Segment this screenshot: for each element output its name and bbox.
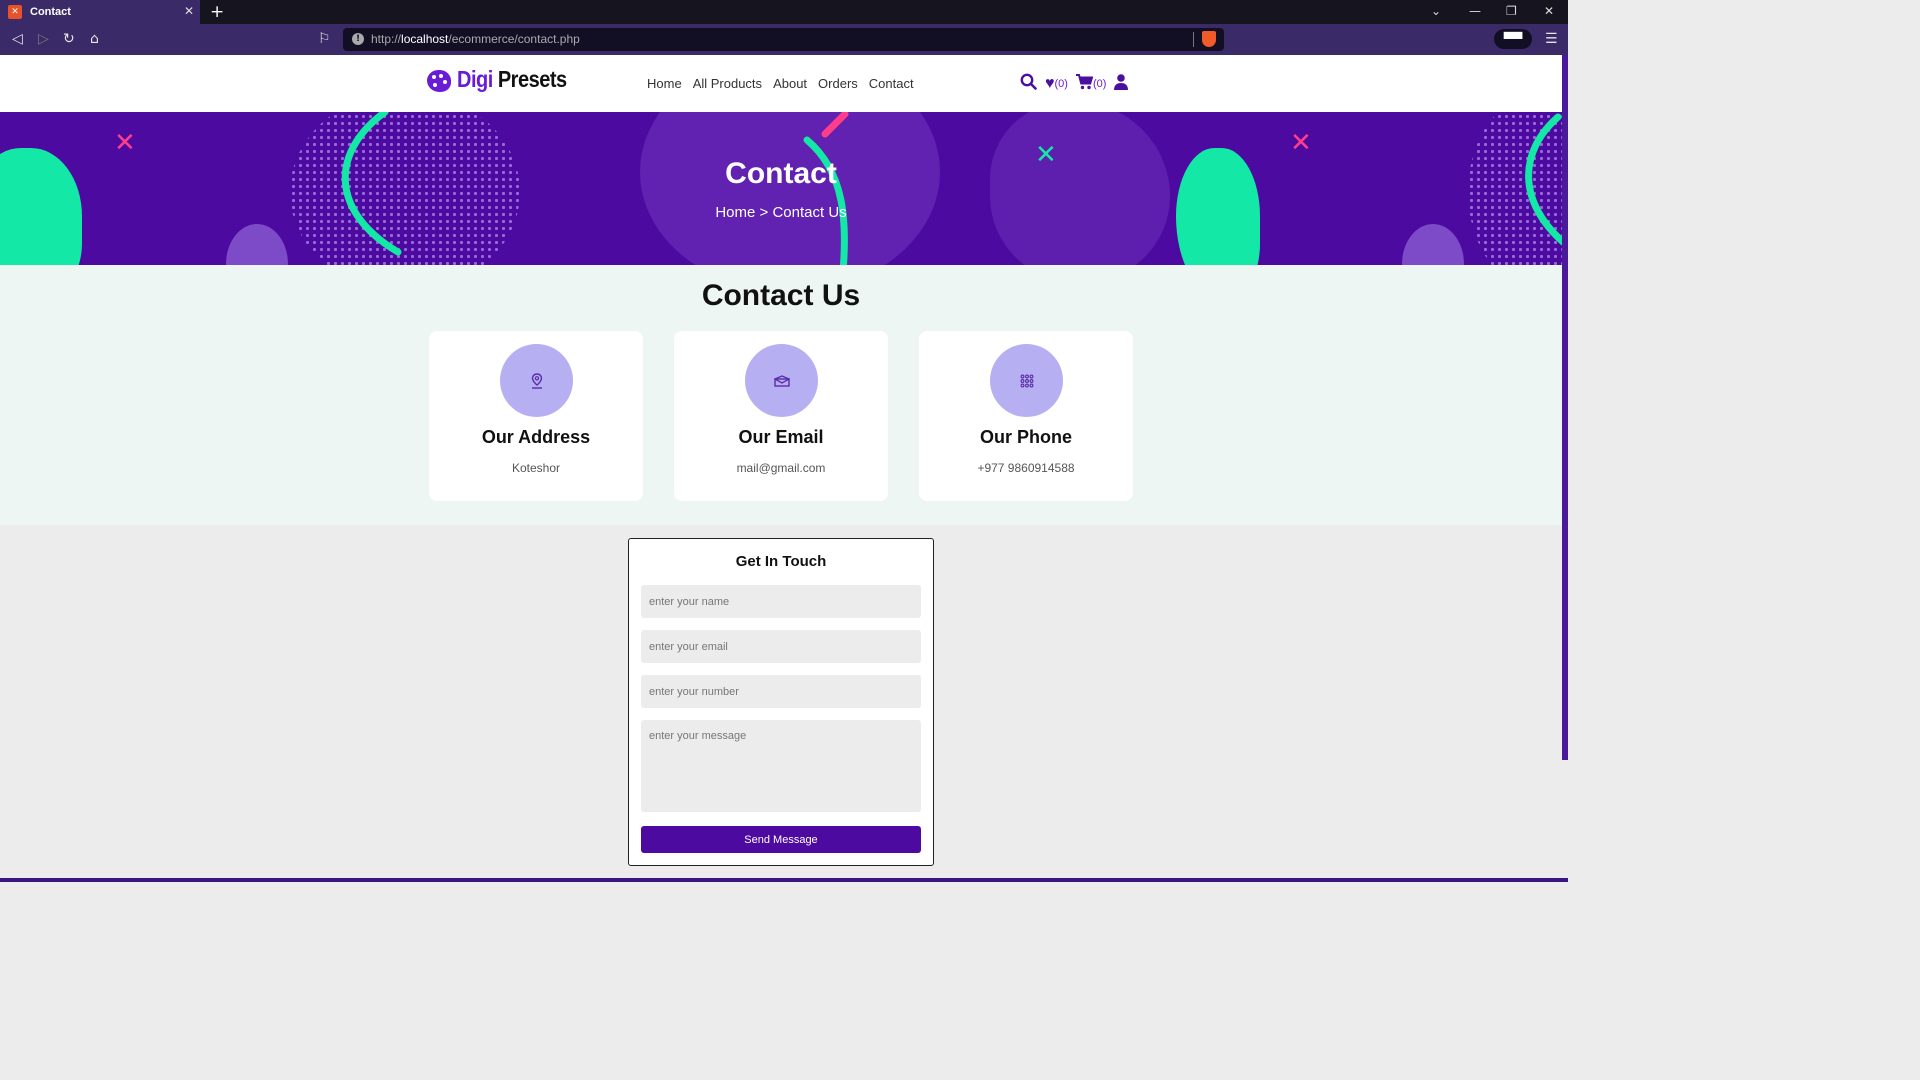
browser-toolbar: ◁ ▷ ↻ ⌂ ⚐ ! http://localhost/ecommerce/c… — [0, 24, 1568, 55]
contact-info-section: Contact Us Our Address Koteshor Our Emai… — [0, 265, 1562, 525]
email-input[interactable] — [641, 630, 921, 663]
url-text: http://localhost/ecommerce/contact.php — [371, 32, 580, 46]
breadcrumb: Home > Contact Us — [715, 204, 847, 221]
banner-x-decoration: ✕ — [114, 128, 136, 158]
nav-all-products[interactable]: All Products — [693, 76, 762, 91]
banner-title: Contact — [725, 157, 837, 190]
section-title: Contact Us — [701, 279, 861, 312]
url-separator — [1193, 32, 1194, 47]
card-value: +977 9860914588 — [977, 461, 1075, 475]
search-icon[interactable] — [1020, 73, 1037, 95]
nav-orders[interactable]: Orders — [818, 76, 858, 91]
wishlist-link[interactable]: ♥ (0) — [1045, 75, 1068, 93]
nav-about[interactable]: About — [773, 76, 807, 91]
card-value: Koteshor — [511, 461, 561, 475]
menu-icon[interactable]: ☰ — [1545, 31, 1558, 47]
tab-title: Contact — [30, 6, 71, 18]
user-icon[interactable] — [1114, 73, 1129, 95]
card-title: Our Phone — [979, 427, 1072, 447]
reload-icon[interactable]: ↻ — [63, 31, 75, 47]
card-title: Our Email — [738, 427, 824, 447]
restore-icon[interactable]: ❐ — [1506, 4, 1517, 18]
xampp-icon: ✕ — [8, 5, 22, 19]
header-icons: ♥ (0) (0) — [1020, 73, 1129, 95]
phone-card: Our Phone +977 9860914588 — [919, 331, 1133, 501]
map-pin-icon — [500, 344, 573, 417]
heart-icon: ♥ — [1045, 75, 1055, 92]
extension-glasses-icon[interactable]: ▀▀ — [1494, 29, 1532, 49]
name-input[interactable] — [641, 585, 921, 618]
number-input[interactable] — [641, 675, 921, 708]
card-value: mail@gmail.com — [736, 461, 826, 475]
brave-shield-icon[interactable] — [1202, 31, 1216, 47]
nav-contact[interactable]: Contact — [869, 76, 914, 91]
site-info-icon[interactable]: ! — [352, 33, 364, 45]
page-viewport: Digi Presets Home All Products About Ord… — [0, 55, 1568, 882]
email-card: Our Email mail@gmail.com — [674, 331, 888, 501]
palette-icon — [427, 69, 451, 92]
window-close-icon[interactable]: ✕ — [1544, 4, 1554, 18]
banner-purple-shape — [226, 224, 288, 265]
tab-close-icon[interactable]: ✕ — [184, 4, 194, 18]
nav-home[interactable]: Home — [647, 76, 682, 91]
card-title: Our Address — [481, 427, 591, 447]
envelope-icon — [745, 344, 818, 417]
site-header: Digi Presets Home All Products About Ord… — [0, 55, 1562, 112]
cart-icon — [1075, 73, 1094, 95]
banner-x-decoration: ✕ — [1290, 128, 1312, 158]
back-icon[interactable]: ◁ — [12, 31, 23, 47]
main-nav: Home All Products About Orders Contact — [647, 76, 914, 91]
browser-tab-bar: ✕ Contact ✕ + ⌄ — ❐ ✕ — [0, 0, 1568, 24]
logo-text: Digi Presets — [457, 67, 567, 93]
site-logo[interactable]: Digi Presets — [427, 67, 567, 93]
footer-edge — [0, 878, 1568, 882]
contact-form: Get In Touch Send Message — [628, 538, 934, 866]
bookmark-icon[interactable]: ⚐ — [318, 31, 331, 47]
keypad-icon — [990, 344, 1063, 417]
browser-tab[interactable]: ✕ Contact ✕ — [0, 0, 200, 24]
page-scrollbar[interactable] — [1562, 55, 1568, 760]
forward-icon[interactable]: ▷ — [38, 31, 49, 47]
cart-link[interactable]: (0) — [1075, 73, 1107, 95]
message-textarea[interactable] — [641, 720, 921, 812]
address-bar[interactable]: ! http://localhost/ecommerce/contact.php — [343, 28, 1224, 51]
home-icon[interactable]: ⌂ — [90, 31, 99, 47]
cart-count: (0) — [1092, 78, 1107, 90]
address-card: Our Address Koteshor — [429, 331, 643, 501]
tab-list-icon[interactable]: ⌄ — [1431, 4, 1441, 18]
form-title: Get In Touch — [735, 553, 827, 570]
page-banner: ✕ ✕ ✕ Contact Home > Contact Us — [0, 112, 1562, 265]
send-message-button[interactable]: Send Message — [641, 826, 921, 853]
minimize-icon[interactable]: — — [1469, 4, 1481, 18]
wishlist-count: (0) — [1054, 78, 1068, 90]
new-tab-icon[interactable]: + — [210, 2, 224, 22]
